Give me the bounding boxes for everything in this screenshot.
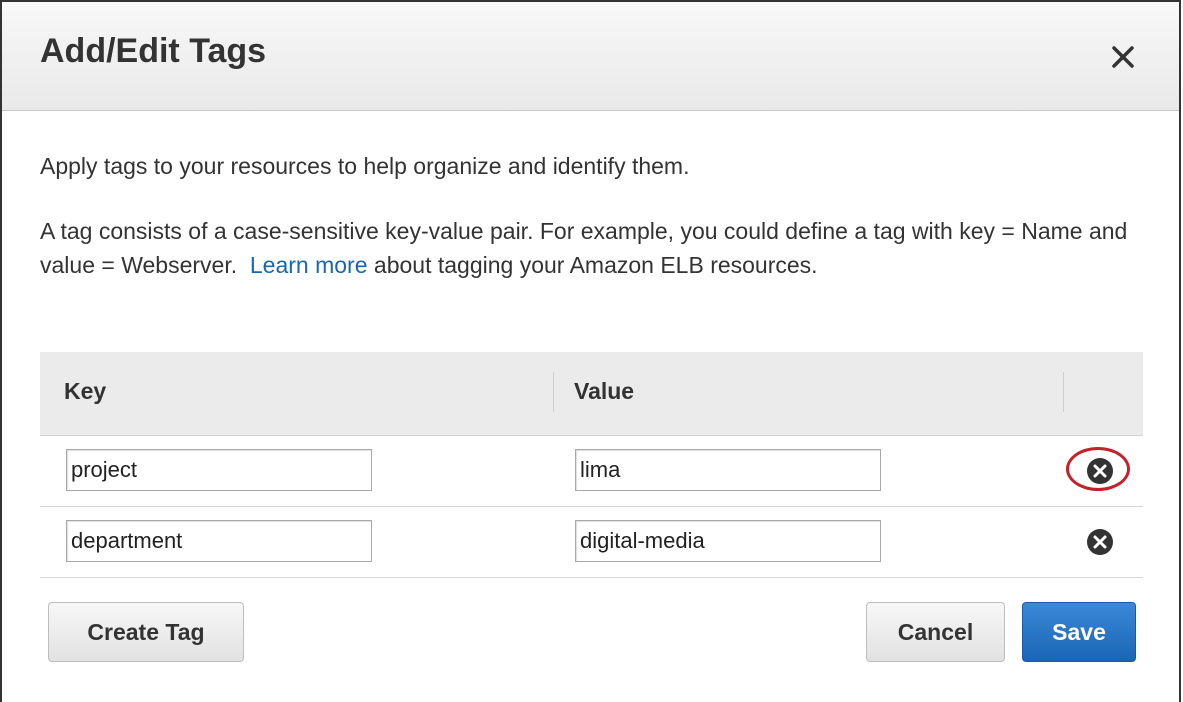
column-header-value: Value — [574, 378, 635, 404]
dialog-title: Add/Edit Tags — [40, 32, 267, 70]
table-header: Key Value — [40, 352, 1143, 436]
tag-value-input[interactable] — [575, 520, 881, 562]
close-icon[interactable] — [1104, 38, 1142, 76]
create-tag-button[interactable]: Create Tag — [48, 602, 244, 662]
column-divider — [1063, 372, 1064, 412]
tag-key-input[interactable] — [66, 520, 372, 562]
tag-value-input[interactable] — [575, 449, 881, 491]
column-header-key: Key — [64, 378, 107, 404]
learn-more-link[interactable]: Learn more — [250, 252, 368, 278]
table-row — [40, 507, 1143, 578]
dialog-header: Add/Edit Tags — [2, 2, 1179, 111]
remove-circle-icon[interactable] — [1086, 457, 1114, 485]
intro-text: Apply tags to your resources to help org… — [40, 153, 690, 179]
cancel-button[interactable]: Cancel — [866, 602, 1005, 662]
save-button[interactable]: Save — [1022, 602, 1136, 662]
description-text: A tag consists of a case-sensitive key-v… — [40, 214, 1150, 282]
tag-key-input[interactable] — [66, 449, 372, 491]
description-after-link: about tagging your Amazon ELB resources. — [373, 252, 818, 278]
column-divider — [553, 372, 554, 412]
add-edit-tags-dialog: Add/Edit Tags Apply tags to your resourc… — [0, 0, 1181, 702]
remove-circle-icon[interactable] — [1086, 528, 1114, 556]
table-row — [40, 436, 1143, 507]
